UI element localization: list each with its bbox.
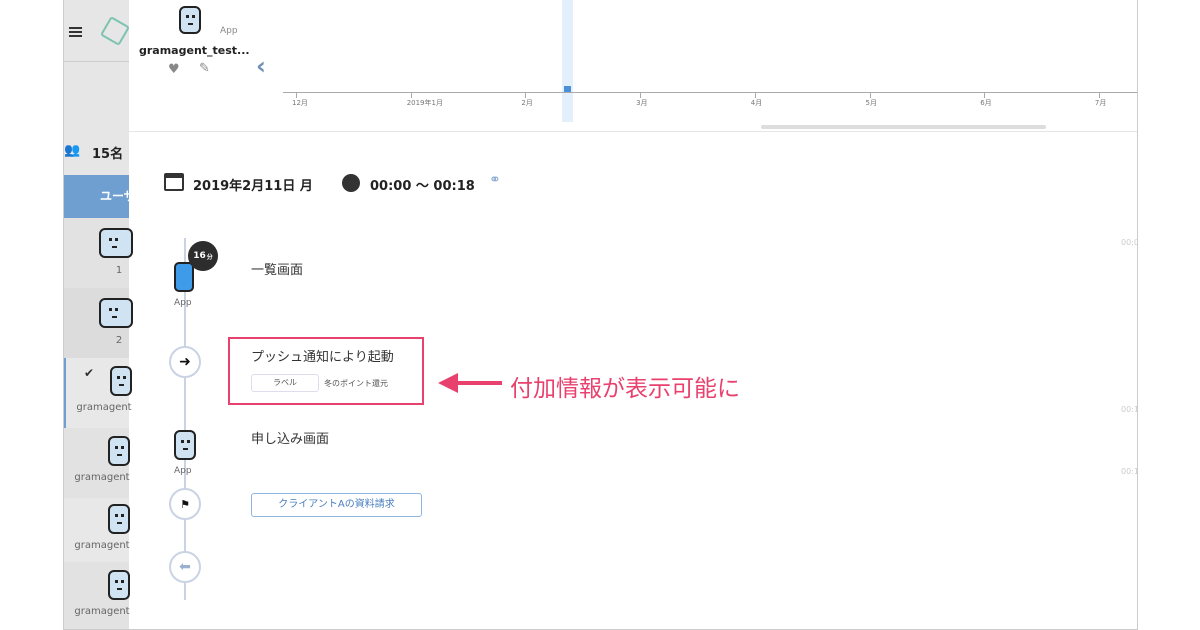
- app-face-icon: [108, 504, 130, 534]
- user-label: gramagent: [74, 606, 130, 617]
- chevron-left-icon[interactable]: ‹: [256, 52, 266, 80]
- user-count: 15名: [92, 147, 124, 162]
- clock-icon: [342, 174, 360, 192]
- user-label: gramagent: [74, 540, 130, 551]
- session-time: 00:00 〜 00:18: [370, 179, 475, 194]
- time-label: 00:1: [1121, 405, 1138, 414]
- goal-button[interactable]: クライアントAの資料請求: [251, 493, 422, 517]
- user-label: 1: [115, 265, 123, 276]
- divider: [64, 61, 129, 62]
- app-screen-icon: [174, 262, 194, 292]
- divider: [129, 131, 1137, 132]
- user-label: 2: [115, 335, 123, 346]
- user-item[interactable]: gramagent: [64, 498, 130, 568]
- timeline-month-label: 5月: [865, 99, 877, 107]
- app-face-icon: [110, 366, 132, 396]
- annotation-text: 付加情報が表示可能に: [510, 376, 740, 402]
- edit-icon[interactable]: ✎: [199, 61, 210, 76]
- app-type: App: [220, 26, 238, 36]
- app-face-icon: [174, 430, 196, 460]
- flow-line: [184, 238, 186, 600]
- arrow-right-icon: ➜: [169, 346, 201, 378]
- timeline-month-label: 3月: [636, 99, 648, 107]
- time-label: 00:0: [1121, 238, 1138, 247]
- heart-icon[interactable]: ♥: [168, 62, 180, 77]
- link-icon[interactable]: ⚭: [489, 172, 501, 188]
- check-icon: ✔: [84, 366, 95, 380]
- calendar-icon: [164, 173, 184, 191]
- arrow-left-icon: ⬅: [169, 551, 201, 583]
- step-source: App: [174, 298, 192, 308]
- app-frame: 👥 15名 ユーザ 1 2 ✔ gramagent gramagent grama…: [63, 0, 1138, 630]
- annotation-arrow-shaft: [456, 381, 502, 385]
- app-name: gramagent_test...: [139, 44, 250, 57]
- user-item[interactable]: gramagent: [64, 428, 130, 498]
- users-icon: 👥: [64, 143, 81, 158]
- timeline-highlight: [562, 0, 573, 122]
- timeline-month-label: 7月: [1094, 99, 1107, 107]
- user-item[interactable]: gramagent: [64, 562, 130, 629]
- user-label: gramagent: [76, 402, 132, 413]
- user-label: gramagent: [74, 472, 130, 483]
- session-date: 2019年2月11日 月: [193, 179, 313, 194]
- app-face-icon: [108, 436, 130, 466]
- sidebar: 👥 15名 ユーザ 1 2 ✔ gramagent gramagent grama…: [64, 0, 133, 629]
- timeline-month-label: 2019年1月: [406, 99, 443, 107]
- timeline-month-label: 12月: [292, 99, 308, 107]
- time-label: 00:1: [1121, 467, 1138, 476]
- duration-badge: 16 分: [188, 241, 218, 271]
- event-tag-value: 冬のポイント還元: [324, 379, 388, 388]
- flag-icon: ⚑: [169, 488, 201, 520]
- duration-unit: 分: [206, 253, 213, 261]
- app-face-icon: [99, 228, 133, 258]
- annotation-arrow-icon: [438, 373, 458, 393]
- menu-icon[interactable]: [69, 27, 82, 37]
- event-tag: ラベル: [251, 374, 319, 392]
- step-source: App: [174, 466, 192, 476]
- user-item-selected[interactable]: ✔ gramagent: [64, 358, 132, 428]
- step-label: 申し込み画面: [251, 432, 330, 447]
- timeline-month-label: 2月: [521, 99, 533, 107]
- app-face-icon: [108, 570, 130, 600]
- app-face-icon: [179, 6, 201, 34]
- logo-icon[interactable]: [99, 15, 131, 47]
- timeline-month-label: 4月: [750, 99, 763, 107]
- event-title: プッシュ通知により起動: [251, 350, 394, 365]
- tab-users[interactable]: ユーザ: [64, 175, 129, 218]
- timeline-scrollbar[interactable]: [761, 125, 1046, 129]
- step-label: 一覧画面: [251, 263, 304, 278]
- user-item[interactable]: 2: [64, 288, 133, 358]
- duration-value: 16: [193, 251, 206, 261]
- timeline-month-label: 6月: [980, 99, 992, 107]
- user-item[interactable]: 1: [64, 218, 133, 288]
- app-face-icon: [99, 298, 133, 328]
